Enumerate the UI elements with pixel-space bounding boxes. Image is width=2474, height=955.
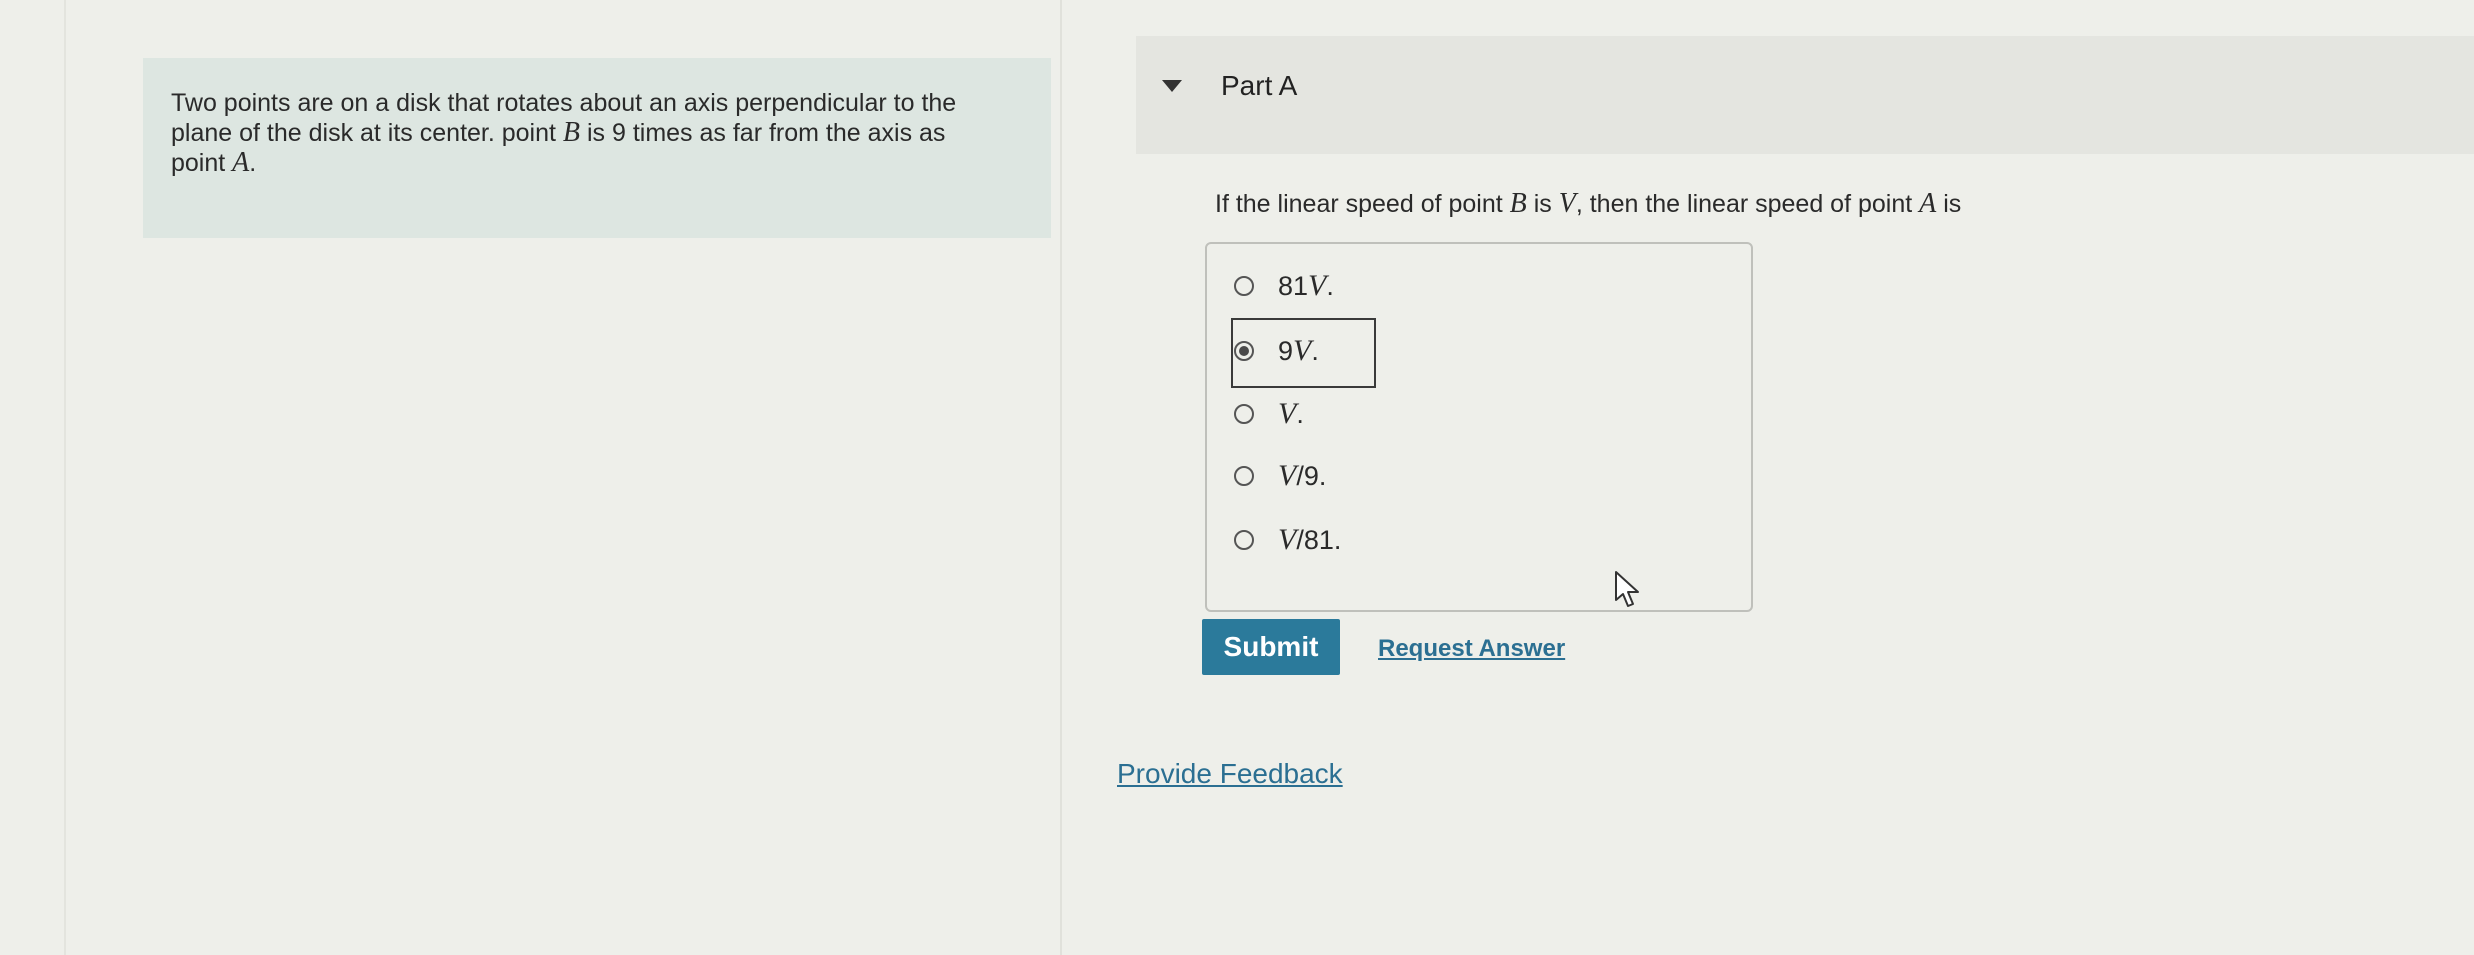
- option-var: V: [1278, 397, 1297, 430]
- problem-text: Two points are on a disk that rotates ab…: [171, 88, 1021, 178]
- option-suffix: /9.: [1296, 461, 1327, 491]
- column-divider: [1060, 0, 1062, 955]
- part-a-header[interactable]: [1136, 36, 2474, 154]
- problem-line-3-start: point: [171, 149, 233, 177]
- question-var-v: V: [1558, 188, 1576, 219]
- question-start: If the linear speed of point: [1215, 190, 1510, 218]
- caret-down-icon[interactable]: [1162, 80, 1182, 92]
- option-suffix: .: [1326, 271, 1334, 301]
- problem-line-3-end: .: [249, 149, 257, 177]
- option-label: V/9.: [1278, 459, 1326, 493]
- question-var-b: B: [1509, 188, 1527, 219]
- option-suffix: /81.: [1296, 525, 1342, 555]
- point-a-symbol: A: [232, 147, 250, 178]
- option-var: V: [1308, 269, 1327, 302]
- option-suffix: .: [1311, 336, 1319, 366]
- option-number: 9: [1278, 336, 1294, 366]
- problem-line-1: Two points are on a disk that rotates ab…: [171, 89, 957, 117]
- mouse-pointer-icon: [1615, 571, 1639, 607]
- option-v-over-81[interactable]: V/81.: [1234, 520, 1341, 560]
- option-v[interactable]: V.: [1234, 394, 1304, 434]
- radio-button-selected[interactable]: [1234, 341, 1254, 361]
- option-9v[interactable]: 9V.: [1234, 331, 1319, 371]
- option-label: V/81.: [1278, 523, 1341, 557]
- radio-button[interactable]: [1234, 530, 1254, 550]
- question-mid-2: , then the linear speed of point: [1575, 190, 1920, 218]
- problem-line-2-start: plane of the disk at its center. point: [171, 119, 563, 147]
- radio-button[interactable]: [1234, 404, 1254, 424]
- option-suffix: .: [1296, 399, 1304, 429]
- question-text: If the linear speed of point B is V, the…: [1215, 188, 1961, 220]
- option-var: V: [1293, 334, 1312, 367]
- option-label: 9V.: [1278, 334, 1319, 368]
- question-end: is: [1936, 190, 1962, 218]
- left-divider: [64, 0, 66, 955]
- submit-button[interactable]: Submit: [1202, 619, 1340, 675]
- option-label: V.: [1278, 397, 1304, 431]
- part-a-title[interactable]: Part A: [1221, 70, 1297, 102]
- question-var-a: A: [1919, 188, 1937, 219]
- option-var: V: [1278, 523, 1297, 556]
- problem-line-2-end: is 9 times as far from the axis as: [580, 119, 946, 147]
- radio-button[interactable]: [1234, 276, 1254, 296]
- question-mid-1: is: [1526, 190, 1559, 218]
- problem-statement: Two points are on a disk that rotates ab…: [143, 58, 1051, 238]
- radio-button[interactable]: [1234, 466, 1254, 486]
- request-answer-link[interactable]: Request Answer: [1378, 635, 1565, 663]
- option-81v[interactable]: 81V.: [1234, 266, 1334, 306]
- option-number: 81: [1278, 271, 1309, 301]
- point-b-symbol: B: [562, 117, 581, 148]
- option-label: 81V.: [1278, 269, 1334, 303]
- option-v-over-9[interactable]: V/9.: [1234, 456, 1326, 496]
- provide-feedback-link[interactable]: Provide Feedback: [1117, 758, 1343, 790]
- option-var: V: [1278, 459, 1297, 492]
